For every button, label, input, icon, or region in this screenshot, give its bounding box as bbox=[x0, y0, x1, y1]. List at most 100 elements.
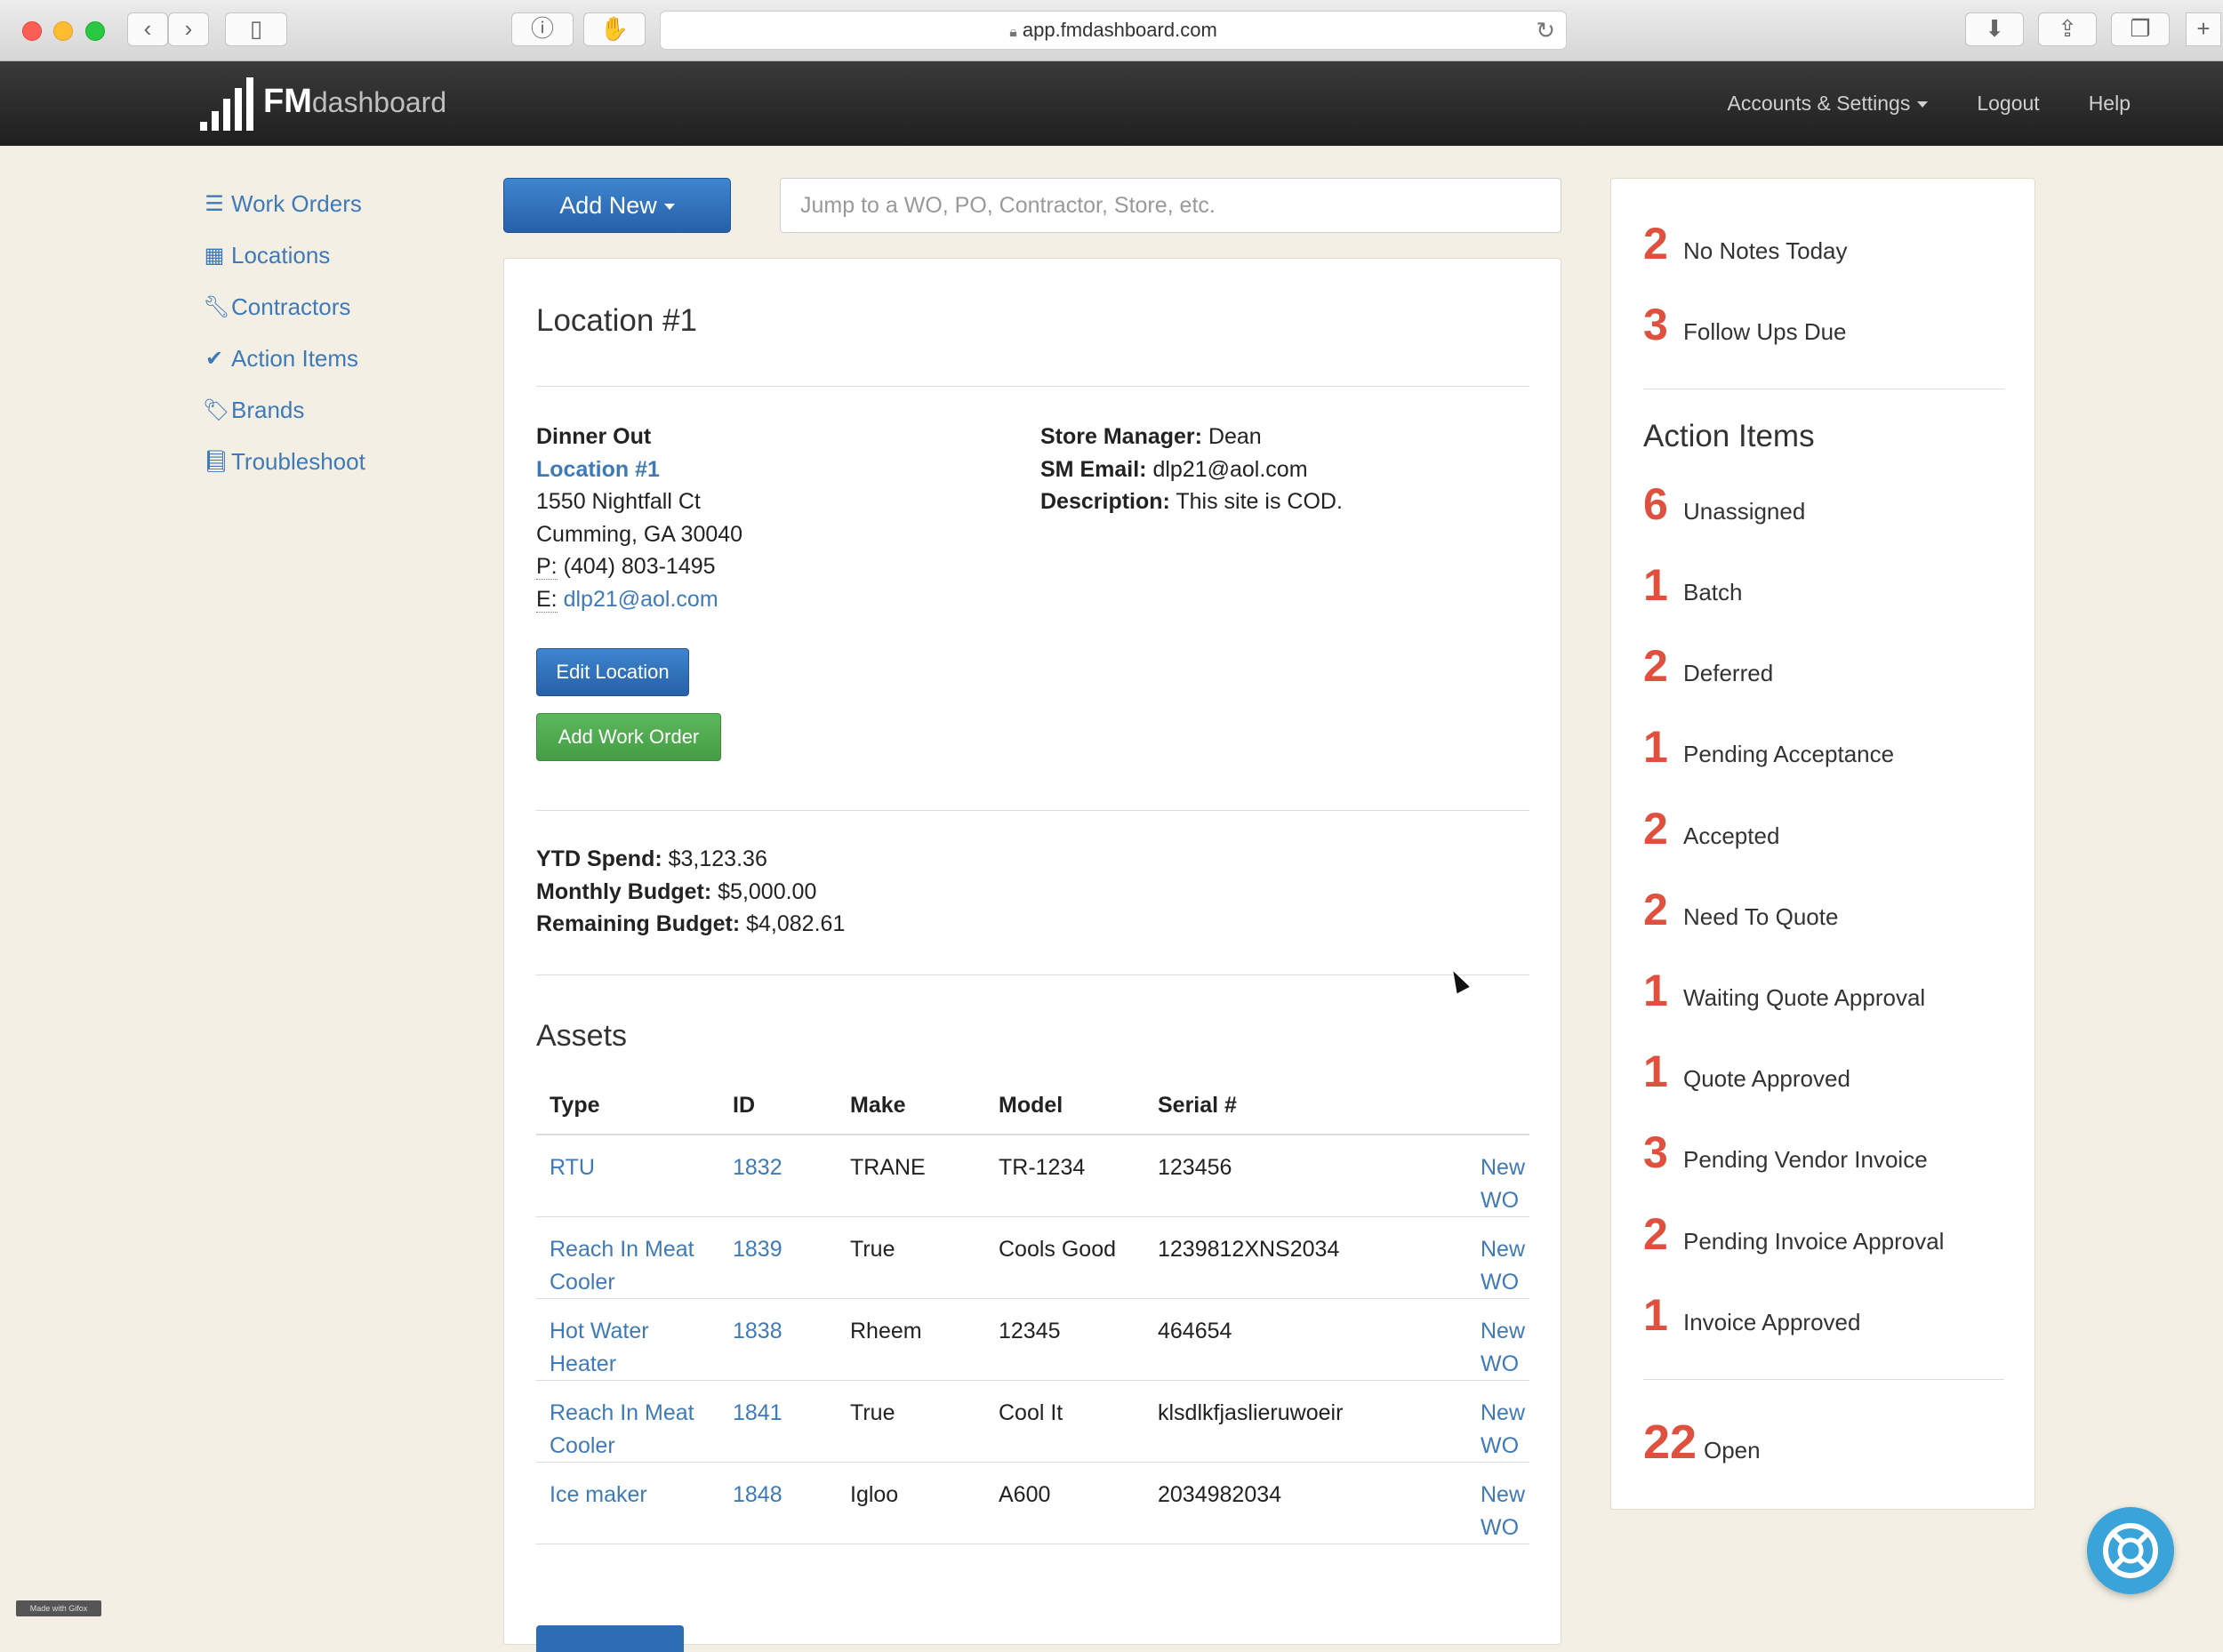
share-icon: ⇪ bbox=[2058, 15, 2077, 42]
remaining-budget-label: Remaining Budget: bbox=[536, 911, 741, 936]
sidebar-item-contractors[interactable]: 🔧︎ Contractors bbox=[203, 281, 365, 333]
address-bar[interactable]: 🔒︎ app.fmdashboard.com ↻ bbox=[660, 11, 1567, 50]
sidebar-toggle-button[interactable]: ▯ bbox=[225, 12, 287, 46]
stat-no-notes-today[interactable]: 2 No Notes Today bbox=[1643, 218, 1848, 269]
asset-serial: 1239812XNS2034 bbox=[1144, 1216, 1467, 1299]
ytd-spend-value: $3,123.36 bbox=[668, 846, 767, 871]
jump-search-input[interactable] bbox=[780, 178, 1561, 233]
stat-label: Pending Invoice Approval bbox=[1683, 1228, 1945, 1255]
stat-batch[interactable]: 1 Batch bbox=[1643, 559, 1743, 611]
new-wo-link[interactable]: New WO bbox=[1467, 1380, 1529, 1463]
asset-type-link[interactable]: Hot Water Heater bbox=[536, 1298, 719, 1381]
new-wo-link[interactable]: New WO bbox=[1467, 1298, 1529, 1381]
sidebar-item-brands[interactable]: 🏷︎ Brands bbox=[203, 384, 365, 436]
new-wo-link[interactable]: New WO bbox=[1467, 1216, 1529, 1299]
stat-follow-ups-due[interactable]: 3 Follow Ups Due bbox=[1643, 299, 1847, 350]
stat-quote-approved[interactable]: 1 Quote Approved bbox=[1643, 1046, 1850, 1097]
stat-open[interactable]: 22 Open bbox=[1643, 1415, 1761, 1470]
share-button[interactable]: ⇪ bbox=[2038, 12, 2097, 46]
book-icon: 📘︎ bbox=[203, 449, 230, 474]
stat-pending-acceptance[interactable]: 1 Pending Acceptance bbox=[1643, 721, 1894, 773]
stat-count: 2 bbox=[1643, 885, 1668, 934]
stat-accepted[interactable]: 2 Accepted bbox=[1643, 803, 1779, 854]
stat-count: 1 bbox=[1643, 560, 1668, 610]
stat-deferred[interactable]: 2 Deferred bbox=[1643, 640, 1773, 692]
stat-pending-invoice-approval[interactable]: 2 Pending Invoice Approval bbox=[1643, 1208, 1944, 1260]
asset-id-link[interactable]: 1839 bbox=[719, 1216, 837, 1299]
downloads-button[interactable]: ⬇ bbox=[1965, 12, 2024, 46]
made-with-badge: Made with Gifox bbox=[16, 1600, 101, 1616]
email-link[interactable]: dlp21@aol.com bbox=[564, 587, 718, 612]
assets-heading: Assets bbox=[536, 1019, 628, 1053]
tabs-button[interactable]: ❐ bbox=[2111, 12, 2170, 46]
stat-unassigned[interactable]: 6 Unassigned bbox=[1643, 478, 1805, 530]
help-link[interactable]: Help bbox=[2089, 92, 2131, 116]
stat-pending-vendor-invoice[interactable]: 3 Pending Vendor Invoice bbox=[1643, 1127, 1928, 1178]
store-manager-block: Store Manager: Dean SM Email: dlp21@aol.… bbox=[1040, 421, 1343, 518]
stat-label: Invoice Approved bbox=[1683, 1309, 1861, 1335]
sidebar-item-label: Action Items bbox=[231, 344, 359, 372]
url-text: app.fmdashboard.com bbox=[1022, 19, 1217, 41]
sidebar-item-action-items[interactable]: ✔ Action Items bbox=[203, 333, 365, 384]
asset-id-link[interactable]: 1841 bbox=[719, 1380, 837, 1463]
divider bbox=[1643, 1379, 2004, 1380]
stat-count: 1 bbox=[1643, 1290, 1668, 1340]
stat-label: Accepted bbox=[1683, 822, 1780, 849]
action-items-heading: Action Items bbox=[1643, 419, 1815, 453]
asset-serial: klsdlkfjaslieruwoeir bbox=[1144, 1380, 1467, 1463]
asset-make: Igloo bbox=[837, 1462, 985, 1544]
location-name-link[interactable]: Location #1 bbox=[536, 457, 660, 482]
new-wo-link[interactable]: New WO bbox=[1467, 1462, 1529, 1544]
sidebar-item-troubleshoot[interactable]: 📘︎ Troubleshoot bbox=[203, 436, 365, 487]
privacy-report-button[interactable]: ⓘ bbox=[511, 12, 574, 46]
stat-label: Follow Ups Due bbox=[1683, 318, 1847, 345]
page-title: Location #1 bbox=[536, 303, 697, 338]
asset-id-link[interactable]: 1848 bbox=[719, 1462, 837, 1544]
sidebar-item-work-orders[interactable]: ☰ Work Orders bbox=[203, 178, 365, 229]
sidebar-item-locations[interactable]: ▦ Locations bbox=[203, 229, 365, 281]
asset-id-link[interactable]: 1838 bbox=[719, 1298, 837, 1381]
asset-id-link[interactable]: 1832 bbox=[719, 1135, 837, 1217]
zoom-window-button[interactable] bbox=[85, 21, 105, 41]
stat-waiting-quote-approval[interactable]: 1 Waiting Quote Approval bbox=[1643, 965, 1925, 1016]
stat-need-to-quote[interactable]: 2 Need To Quote bbox=[1643, 884, 1838, 935]
asset-make: Rheem bbox=[837, 1298, 985, 1381]
col-header-model: Model bbox=[985, 1077, 1144, 1135]
extension-button[interactable]: ✋ bbox=[583, 12, 646, 46]
add-new-dropdown-button[interactable]: Add New bbox=[503, 178, 731, 233]
monthly-budget-label: Monthly Budget: bbox=[536, 878, 712, 904]
new-tab-button[interactable]: + bbox=[2186, 12, 2221, 46]
stat-invoice-approved[interactable]: 1 Invoice Approved bbox=[1643, 1289, 1860, 1341]
asset-serial: 464654 bbox=[1144, 1298, 1467, 1381]
help-chat-button[interactable] bbox=[2087, 1507, 2174, 1594]
phone-number: (404) 803-1495 bbox=[563, 554, 716, 579]
stat-label: Waiting Quote Approval bbox=[1683, 984, 1926, 1011]
lifebuoy-icon bbox=[2103, 1523, 2158, 1578]
chevron-left-icon: ‹ bbox=[143, 15, 152, 42]
forward-button[interactable]: › bbox=[168, 12, 209, 46]
add-asset-button[interactable] bbox=[536, 1625, 684, 1652]
stat-count: 6 bbox=[1643, 479, 1668, 529]
email-label: E: bbox=[536, 586, 558, 613]
asset-model: Cools Good bbox=[985, 1216, 1144, 1299]
stat-count: 3 bbox=[1643, 300, 1668, 349]
back-button[interactable]: ‹ bbox=[127, 12, 168, 46]
asset-type-link[interactable]: Reach In Meat Cooler bbox=[536, 1216, 719, 1299]
minimize-window-button[interactable] bbox=[53, 21, 73, 41]
edit-location-button[interactable]: Edit Location bbox=[536, 648, 689, 696]
asset-model: TR-1234 bbox=[985, 1135, 1144, 1217]
asset-type-link[interactable]: RTU bbox=[536, 1135, 719, 1217]
col-header-action bbox=[1467, 1077, 1529, 1135]
add-work-order-button[interactable]: Add Work Order bbox=[536, 713, 721, 761]
city-state-zip: Cumming, GA 30040 bbox=[536, 521, 743, 547]
close-window-button[interactable] bbox=[22, 21, 42, 41]
new-wo-link[interactable]: New WO bbox=[1467, 1135, 1529, 1217]
logout-link[interactable]: Logout bbox=[1977, 92, 2039, 116]
signal-bars-icon bbox=[200, 77, 253, 131]
reload-icon[interactable]: ↻ bbox=[1536, 12, 1555, 49]
accounts-settings-menu[interactable]: Accounts & Settings bbox=[1678, 92, 1929, 116]
asset-type-link[interactable]: Ice maker bbox=[536, 1462, 719, 1544]
asset-type-link[interactable]: Reach In Meat Cooler bbox=[536, 1380, 719, 1463]
stat-label: Need To Quote bbox=[1683, 903, 1839, 930]
asset-model: Cool It bbox=[985, 1380, 1144, 1463]
